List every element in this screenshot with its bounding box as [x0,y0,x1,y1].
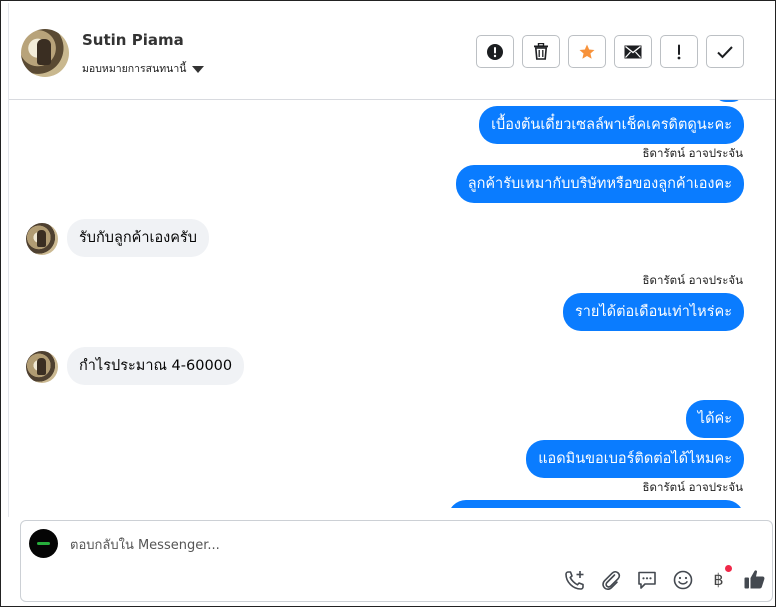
message-thread[interactable]: เบื้องต้นเดี๋ยวเซลล์พาเช็คเครดิตดูนะคะ ธ… [9,100,775,508]
emoji-button[interactable] [671,568,694,591]
phone-plus-icon [564,570,584,590]
message-bubble-incoming[interactable]: รับกับลูกค้าเองครับ [67,219,209,257]
message-bubble-outgoing[interactable]: เบื้องต้นเดี๋ยวเซลล์พาเช็คเครดิตดูนะคะ [479,106,744,144]
attach-file-button[interactable] [599,568,622,591]
exclamation-icon [677,44,681,59]
contact-avatar-small[interactable] [26,351,58,383]
reply-toolbar: ฿ [563,565,766,591]
contact-name[interactable]: Sutin Piama [82,31,184,49]
like-button[interactable] [743,568,766,591]
mark-spam-button[interactable] [476,35,514,68]
notification-dot [725,565,732,572]
call-button[interactable] [563,568,586,591]
exclamation-circle-icon [487,43,503,60]
reply-input[interactable] [68,533,572,557]
message-bubble-outgoing[interactable]: ลูกค้ารับเหมากับบริษัทหรือของลูกค้าเองคะ [455,165,744,203]
follow-up-button[interactable] [660,35,698,68]
sender-name: ธิดารัตน์ อาจประจัน [642,146,743,160]
delete-button[interactable] [522,35,560,68]
saved-replies-button[interactable] [635,568,658,591]
sender-name: ธิดารัตน์ อาจประจัน [642,273,743,287]
assign-conversation-label: มอบหมายการสนทนานี้ [82,63,187,75]
message-bubble-incoming[interactable]: กำไรประมาณ 4-60000 [67,347,245,385]
contact-avatar[interactable] [21,29,69,77]
conversation-header: Sutin Piama มอบหมายการสนทนานี้ [9,1,775,100]
baht-icon: ฿ [713,570,724,589]
page-avatar [29,529,58,558]
caret-down-icon [192,66,205,73]
mark-done-button[interactable] [706,35,744,68]
conversation-panel: Sutin Piama มอบหมายการสนทนานี้ เบื้องต้น… [0,0,776,607]
message-bubble-outgoing[interactable]: แอดมินขอเบอร์ติดต่อได้ไหมคะ [526,440,744,478]
smiley-icon [673,570,692,589]
message-bubble-partial[interactable] [448,500,744,508]
mark-unread-button[interactable] [614,35,652,68]
assign-conversation-dropdown[interactable]: มอบหมายการสนทนานี้ [82,60,205,77]
payment-button[interactable]: ฿ [707,565,732,591]
contact-avatar-small[interactable] [26,223,58,255]
star-button[interactable] [568,35,606,68]
message-bubble-partial[interactable] [714,100,744,102]
conversation-toolbar [476,35,744,68]
envelope-icon [624,45,642,58]
message-bubble-outgoing[interactable]: รายได้ต่อเดือนเท่าไหร่คะ [562,293,744,331]
star-icon [579,44,595,59]
trash-icon [534,43,548,60]
thumbs-up-icon [744,570,765,589]
checkmark-icon [717,45,733,58]
chat-bubble-icon [637,571,656,589]
message-bubble-outgoing[interactable]: ได้ค่ะ [685,400,744,438]
paperclip-icon [601,570,620,590]
reply-composer: ฿ [20,520,773,602]
sender-name: ธิดารัตน์ อาจประจัน [642,480,743,494]
